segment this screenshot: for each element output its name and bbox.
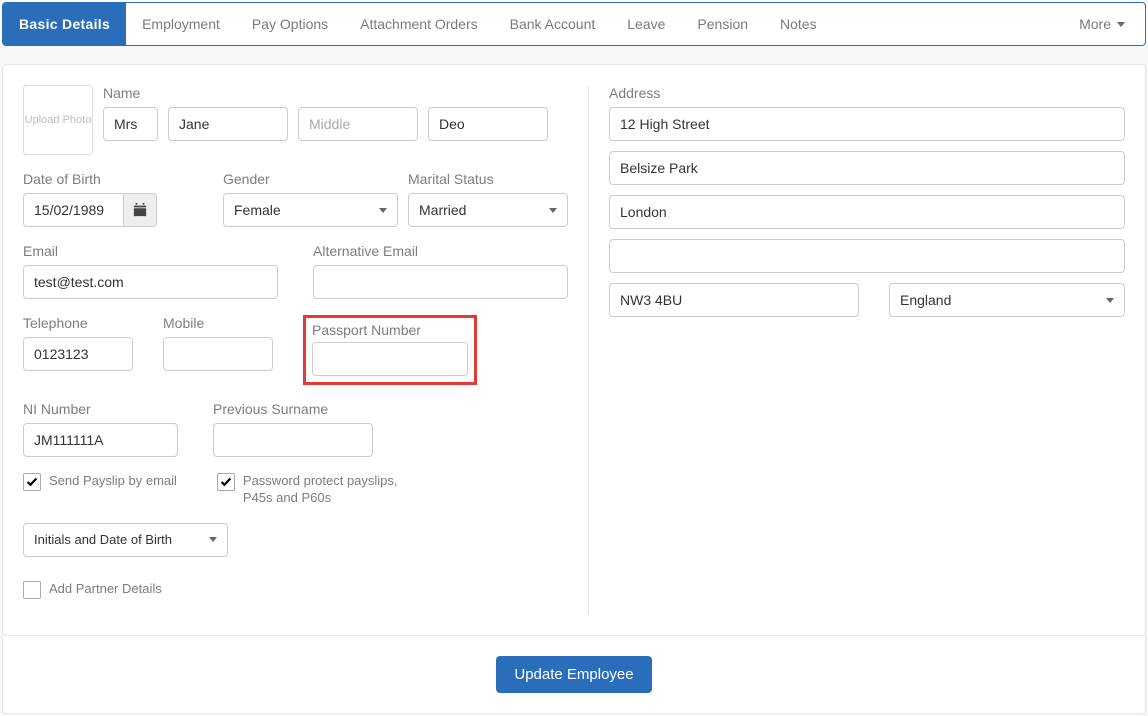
add-partner-label: Add Partner Details	[49, 581, 162, 598]
update-employee-button[interactable]: Update Employee	[496, 656, 651, 693]
chevron-down-icon	[549, 208, 557, 213]
chevron-down-icon	[209, 537, 217, 542]
send-payslip-label: Send Payslip by email	[49, 473, 177, 490]
password-mode-select[interactable]: Initials and Date of Birth	[23, 523, 228, 557]
alt-email-input[interactable]	[313, 265, 568, 299]
tab-notes[interactable]: Notes	[764, 3, 833, 45]
ni-input[interactable]	[23, 423, 178, 457]
dob-input[interactable]	[23, 193, 123, 227]
passport-input[interactable]	[312, 342, 468, 376]
send-payslip-checkbox[interactable]	[23, 473, 41, 491]
gender-select[interactable]: Female	[223, 193, 398, 227]
email-input[interactable]	[23, 265, 278, 299]
marital-value: Married	[419, 202, 466, 218]
marital-select[interactable]: Married	[408, 193, 568, 227]
name-first-input[interactable]	[168, 107, 288, 141]
passport-label: Passport Number	[312, 322, 468, 338]
prev-surname-input[interactable]	[213, 423, 373, 457]
tab-pay-options[interactable]: Pay Options	[236, 3, 344, 45]
name-label: Name	[103, 85, 568, 101]
check-icon	[25, 475, 39, 489]
tab-basic-details[interactable]: Basic Details	[3, 3, 126, 45]
chevron-down-icon	[1117, 22, 1125, 27]
passport-highlight: Passport Number	[303, 315, 477, 385]
marital-label: Marital Status	[408, 171, 568, 187]
password-mode-value: Initials and Date of Birth	[34, 532, 172, 547]
address-line4-input[interactable]	[609, 239, 1125, 273]
address-line2-input[interactable]	[609, 151, 1125, 185]
calendar-icon	[133, 203, 147, 217]
mobile-input[interactable]	[163, 337, 273, 371]
telephone-input[interactable]	[23, 337, 133, 371]
password-protect-label: Password protect payslips, P45s and P60s	[243, 473, 407, 507]
tab-employment[interactable]: Employment	[126, 3, 236, 45]
address-label: Address	[609, 85, 1125, 101]
password-protect-checkbox[interactable]	[217, 473, 235, 491]
address-country-select[interactable]: England	[889, 283, 1125, 317]
tab-leave[interactable]: Leave	[611, 3, 681, 45]
tab-attachment-orders[interactable]: Attachment Orders	[344, 3, 494, 45]
address-line1-input[interactable]	[609, 107, 1125, 141]
upload-photo-label: Upload Photo	[25, 114, 92, 126]
tab-pension[interactable]: Pension	[681, 3, 764, 45]
address-country-value: England	[900, 292, 951, 308]
address-line3-input[interactable]	[609, 195, 1125, 229]
tab-more[interactable]: More	[1063, 3, 1145, 45]
tab-bar: Basic Details Employment Pay Options Att…	[2, 2, 1146, 46]
email-label: Email	[23, 243, 278, 259]
dob-calendar-button[interactable]	[123, 193, 157, 227]
prev-surname-label: Previous Surname	[213, 401, 373, 417]
telephone-label: Telephone	[23, 315, 133, 331]
name-last-input[interactable]	[428, 107, 548, 141]
check-icon	[219, 475, 233, 489]
mobile-label: Mobile	[163, 315, 273, 331]
chevron-down-icon	[379, 208, 387, 213]
dob-label: Date of Birth	[23, 171, 213, 187]
upload-photo-button[interactable]: Upload Photo	[23, 85, 93, 155]
form-panel: Upload Photo Name Date of Birth	[2, 64, 1146, 636]
ni-label: NI Number	[23, 401, 178, 417]
gender-value: Female	[234, 202, 281, 218]
alt-email-label: Alternative Email	[313, 243, 568, 259]
tab-bank-account[interactable]: Bank Account	[494, 3, 612, 45]
name-title-input[interactable]	[103, 107, 158, 141]
name-middle-input[interactable]	[298, 107, 418, 141]
add-partner-checkbox[interactable]	[23, 581, 41, 599]
tab-more-label: More	[1079, 16, 1111, 32]
form-footer: Update Employee	[2, 636, 1146, 714]
chevron-down-icon	[1106, 298, 1114, 303]
address-postcode-input[interactable]	[609, 283, 859, 317]
gender-label: Gender	[223, 171, 398, 187]
